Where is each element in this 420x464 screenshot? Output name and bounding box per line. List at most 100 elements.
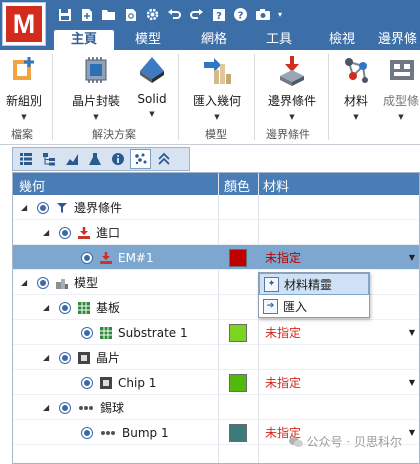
expand-toggle-icon[interactable]: ◢ <box>21 203 31 212</box>
row-name: EM#1 <box>118 250 154 265</box>
flask-icon[interactable] <box>84 149 105 169</box>
help-icon[interactable]: ? <box>232 5 249 24</box>
menu-item-label: 材料精靈 <box>284 277 333 292</box>
panel-toolbar <box>12 147 190 171</box>
expand-toggle-icon[interactable]: ◢ <box>43 403 53 412</box>
material-icon <box>341 54 371 86</box>
search-file-icon[interactable] <box>122 5 139 24</box>
chevron-down-icon: ▼ <box>289 113 295 121</box>
expand-toggle-icon[interactable]: ◢ <box>43 303 53 312</box>
color-swatch[interactable] <box>229 423 247 442</box>
tab-mesh[interactable]: 網格 <box>190 30 238 50</box>
ribbon-divider <box>254 54 255 140</box>
color-swatch[interactable] <box>229 323 247 342</box>
dropdown-icon[interactable]: ▾ <box>276 5 284 24</box>
chip-icon <box>99 376 113 390</box>
visibility-radio[interactable] <box>59 226 71 239</box>
chip-icon <box>77 351 91 365</box>
import-geometry-icon <box>202 54 232 86</box>
new-group-icon <box>9 54 39 86</box>
import-icon: ➔ <box>263 298 278 314</box>
material-tab-icon[interactable] <box>130 149 151 169</box>
table-row[interactable]: ◢ 晶片 <box>13 345 419 370</box>
visibility-radio[interactable] <box>37 276 49 289</box>
watermark: 公众号 · 贝思科尔 <box>288 433 402 450</box>
visibility-radio[interactable] <box>37 201 49 214</box>
table-row[interactable]: Substrate 1 未指定 ▼ <box>13 320 419 345</box>
visibility-radio[interactable] <box>81 326 93 339</box>
visibility-radio[interactable] <box>59 351 71 364</box>
table-row[interactable]: ◢ 邊界條件 <box>13 195 419 220</box>
new-icon[interactable] <box>78 5 95 24</box>
material-cell[interactable]: 未指定 <box>265 245 301 270</box>
open-icon[interactable] <box>100 5 117 24</box>
expand-toggle-icon[interactable]: ◢ <box>43 353 53 362</box>
solid-button[interactable]: Solid ▼ <box>132 52 172 128</box>
visibility-radio[interactable] <box>81 376 93 389</box>
visibility-radio[interactable] <box>81 251 93 264</box>
help-box-icon[interactable]: ? <box>210 5 227 24</box>
boundary-label: 邊界條件 <box>267 94 316 108</box>
info-icon[interactable] <box>107 149 128 169</box>
visibility-radio[interactable] <box>59 301 71 314</box>
geometry-cell: EM#1 <box>65 245 154 270</box>
table-row[interactable]: ◢ 進口 <box>13 220 419 245</box>
color-cell <box>229 245 247 270</box>
expand-toggle-icon[interactable]: ◢ <box>43 228 53 237</box>
visibility-radio[interactable] <box>81 426 93 439</box>
boundary-button[interactable]: 邊界條件 ▼ <box>264 52 320 128</box>
save-icon[interactable] <box>56 5 73 24</box>
mold-condition-button[interactable]: 成型條 ▼ <box>382 52 420 128</box>
table-row[interactable]: ◢ 錫球 <box>13 395 419 420</box>
new-group-button[interactable]: 新組別 ▼ <box>4 52 44 128</box>
material-cell[interactable]: 未指定 <box>265 370 301 395</box>
app-logo[interactable]: M <box>2 2 46 46</box>
column-header-geometry[interactable]: 幾何 <box>19 176 45 195</box>
chevron-down-icon: ▼ <box>398 113 404 121</box>
chevron-down-icon[interactable]: ▼ <box>409 428 415 437</box>
chip-package-button[interactable]: 晶片封裝 ▼ <box>68 52 124 128</box>
visibility-radio[interactable] <box>59 401 71 414</box>
import-geometry-button[interactable]: 匯入幾何 ▼ <box>190 52 244 128</box>
collapse-up-icon[interactable] <box>153 149 174 169</box>
grid-header: 幾何 顏色 材料 <box>13 173 419 195</box>
material-cell[interactable]: 未指定 <box>265 320 301 345</box>
color-cell <box>229 370 247 395</box>
tab-model[interactable]: 模型 <box>124 30 172 50</box>
column-header-color[interactable]: 顏色 <box>224 176 250 195</box>
row-name: 晶片 <box>96 351 121 365</box>
quick-access-toolbar: ? ? ▾ <box>56 5 284 24</box>
chevron-down-icon[interactable]: ▼ <box>409 253 415 262</box>
row-name: 邊界條件 <box>74 201 123 215</box>
chevron-down-icon[interactable]: ▼ <box>409 328 415 337</box>
tab-tools[interactable]: 工具 <box>255 30 303 50</box>
redo-icon[interactable] <box>188 5 205 24</box>
menu-item-import[interactable]: ➔ 匯入 <box>259 295 369 317</box>
material-value: 未指定 <box>265 326 302 340</box>
chart-view-icon[interactable] <box>61 149 82 169</box>
table-row[interactable]: EM#1 未指定 ▼ <box>13 245 419 270</box>
import-geometry-label: 匯入幾何 <box>192 94 241 108</box>
table-row[interactable]: Chip 1 未指定 ▼ <box>13 370 419 395</box>
tab-view[interactable]: 檢視 <box>318 30 366 50</box>
chevron-down-icon: ▼ <box>93 113 99 121</box>
menu-item-material-wizard[interactable]: ✦ 材料精靈 <box>259 273 369 295</box>
geometry-cell: ◢ 模型 <box>21 270 98 295</box>
color-swatch[interactable] <box>229 248 247 267</box>
wechat-icon <box>288 436 303 447</box>
material-wizard-icon: ✦ <box>264 276 279 292</box>
expand-toggle-icon[interactable]: ◢ <box>21 278 31 287</box>
chevron-down-icon[interactable]: ▼ <box>409 378 415 387</box>
undo-icon[interactable] <box>166 5 183 24</box>
camera-icon[interactable] <box>254 5 271 24</box>
color-swatch[interactable] <box>229 373 247 392</box>
list-view-icon[interactable] <box>15 149 36 169</box>
tab-home[interactable]: 主頁 <box>54 30 114 50</box>
tree-view-icon[interactable] <box>38 149 59 169</box>
column-header-material[interactable]: 材料 <box>263 176 289 195</box>
tab-boundary[interactable]: 邊界條 <box>378 30 420 50</box>
geometry-cell: ◢ 進口 <box>43 220 120 245</box>
settings-icon[interactable] <box>144 5 161 24</box>
material-button[interactable]: 材料 ▼ <box>338 52 374 128</box>
ribbon-divider <box>178 54 179 140</box>
